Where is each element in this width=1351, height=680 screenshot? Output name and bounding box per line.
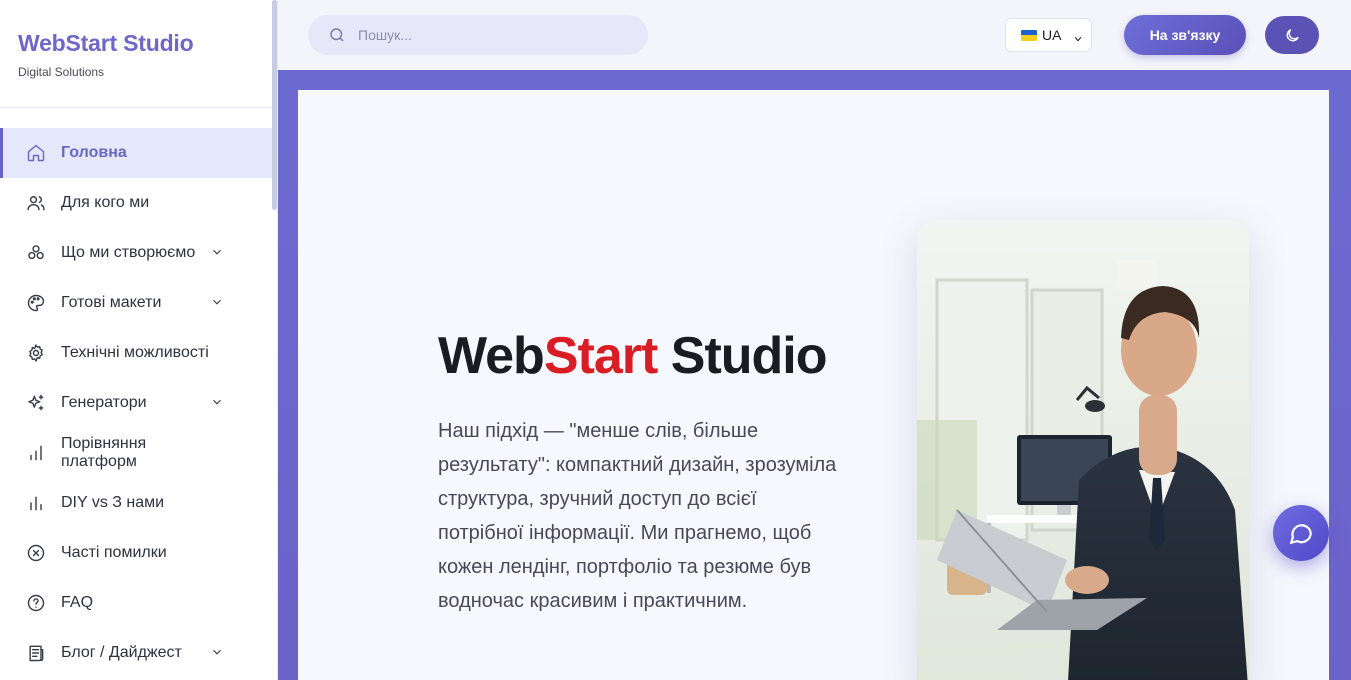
sidebar-item-label: Для кого ми: [61, 194, 150, 211]
businessman-illustration: [917, 220, 1249, 680]
sidebar-item-label: Технічні можливості: [61, 344, 209, 361]
bar-chart-icon: [26, 443, 46, 463]
chevron-down-icon[interactable]: [210, 645, 224, 659]
hero-title-web: Web: [438, 327, 545, 385]
sidebar-item-platforms[interactable]: Порівняння платформ: [0, 428, 272, 478]
chevron-down-icon: [1073, 31, 1083, 42]
hero-image: [917, 220, 1249, 680]
top-header: UA На зв'язку: [278, 0, 1351, 70]
hero-title-start: Start: [543, 327, 658, 385]
moon-icon: [1286, 28, 1299, 41]
sidebar-item-label: Що ми створюємо: [61, 244, 196, 261]
main-content: WebStart Studio Наш підхід — "менше слів…: [278, 70, 1351, 680]
sidebar-item-label: Блог / Дайджест: [61, 644, 182, 661]
chevron-down-icon[interactable]: [210, 245, 224, 259]
hero-title: WebStart Studio: [438, 326, 828, 386]
sidebar-item-mistakes[interactable]: Часті помилки: [0, 528, 272, 578]
sidebar-item-label: Часті помилки: [61, 544, 167, 561]
hero-description: Наш підхід — "менше слів, більше результ…: [438, 420, 837, 612]
search-bar[interactable]: [308, 15, 648, 55]
x-circle-icon: [26, 543, 46, 563]
chat-button[interactable]: [1273, 505, 1329, 561]
chevron-down-icon[interactable]: [210, 395, 224, 409]
users-icon: [26, 193, 46, 213]
sidebar-item-label: DIY vs З нами: [61, 494, 165, 511]
help-circle-icon: [26, 593, 46, 613]
sidebar-item-home[interactable]: Головна: [0, 128, 272, 178]
contact-button[interactable]: На зв'язку: [1124, 15, 1246, 55]
sidebar-item-label: Порівняння платформ: [61, 435, 147, 470]
sidebar-item-templates[interactable]: Готові макети: [0, 278, 272, 328]
hero-section: WebStart Studio Наш підхід — "менше слів…: [298, 90, 1329, 680]
language-select[interactable]: UA: [1005, 18, 1092, 52]
bar-chart-alt-icon: [26, 493, 46, 513]
sidebar-item-blog[interactable]: Блог / Дайджест: [0, 628, 272, 678]
sidebar-item-diy[interactable]: DIY vs З нами: [0, 478, 272, 528]
sidebar-item-audience[interactable]: Для кого ми: [0, 178, 272, 228]
newspaper-icon: [26, 643, 46, 663]
shapes-icon: [26, 243, 46, 263]
palette-icon: [26, 293, 46, 313]
hero-title-studio: Studio: [657, 327, 828, 385]
brand: WebStart Studio Digital Solutions: [0, 0, 277, 108]
sidebar-item-what-we-create[interactable]: Що ми створюємо: [0, 228, 272, 278]
chevron-down-icon[interactable]: [210, 295, 224, 309]
sidebar-item-label: FAQ: [61, 594, 94, 611]
sparkles-icon: [26, 393, 46, 413]
sidebar-item-label: Генератори: [61, 394, 147, 411]
language-value: UA: [1042, 27, 1062, 43]
gear-icon: [26, 343, 46, 363]
sidebar-item-generators[interactable]: Генератори: [0, 378, 272, 428]
search-input[interactable]: [358, 27, 618, 43]
theme-toggle-button[interactable]: [1265, 16, 1319, 54]
home-icon: [26, 143, 46, 163]
sidebar-item-label: Головна: [61, 144, 127, 161]
search-icon: [330, 28, 344, 42]
sidebar-item-label: Готові макети: [61, 294, 162, 311]
brand-subtitle: Digital Solutions: [18, 65, 105, 79]
chat-bubble-icon: [1289, 524, 1312, 545]
sidebar-scrollbar[interactable]: [272, 0, 277, 210]
ukraine-flag-icon: [1021, 29, 1037, 41]
sidebar-item-faq[interactable]: FAQ: [0, 578, 272, 628]
brand-title[interactable]: WebStart Studio: [18, 30, 259, 57]
sidebar: WebStart Studio Digital Solutions Головн…: [0, 0, 278, 680]
sidebar-item-tech[interactable]: Технічні можливості: [0, 328, 272, 378]
sidebar-nav: Головна Для кого ми Що ми створюємо Гото…: [0, 108, 277, 678]
